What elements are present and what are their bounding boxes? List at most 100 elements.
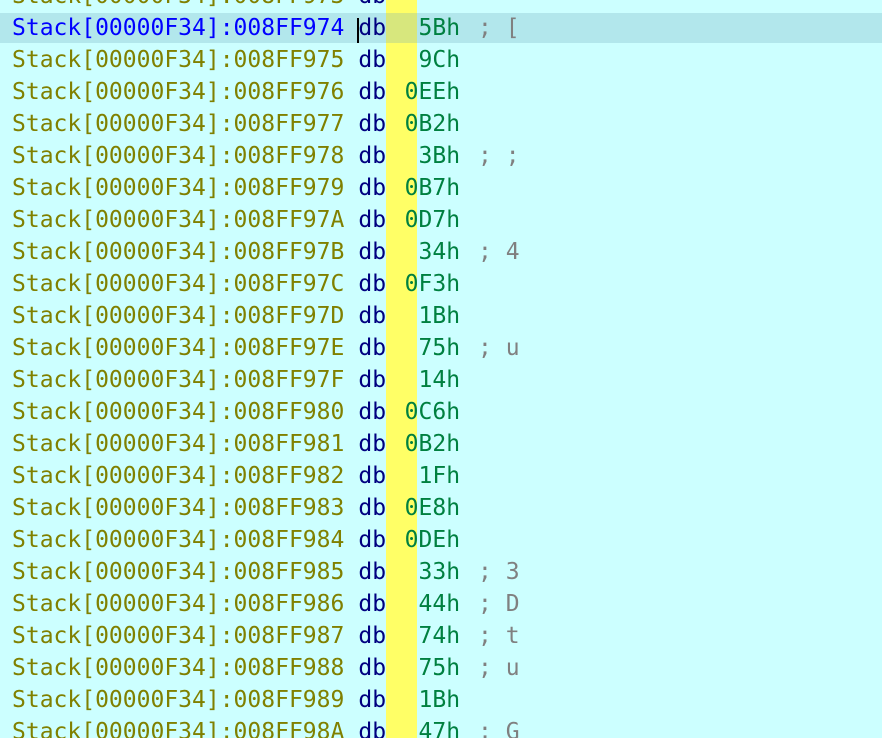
- line-mnemonic[interactable]: db: [358, 0, 386, 9]
- line-value[interactable]: 34h: [400, 236, 461, 268]
- line-value[interactable]: 9Ch: [400, 44, 461, 76]
- disassembly-line[interactable]: Stack[00000F34]:008FF973 db: [12, 0, 882, 12]
- disassembly-line[interactable]: Stack[00000F34]:008FF97B db 34h ; 4: [12, 236, 882, 268]
- line-address[interactable]: Stack[00000F34]:008FF97E: [12, 335, 344, 361]
- disassembly-line[interactable]: Stack[00000F34]:008FF98A db 47h ; G: [12, 716, 882, 738]
- line-mnemonic[interactable]: db: [358, 79, 386, 105]
- line-mnemonic[interactable]: db: [358, 303, 386, 329]
- disassembly-line[interactable]: Stack[00000F34]:008FF97E db 75h ; u: [12, 332, 882, 364]
- line-address[interactable]: Stack[00000F34]:008FF985: [12, 559, 344, 585]
- disassembly-line[interactable]: Stack[00000F34]:008FF977 db 0B2h: [12, 108, 882, 140]
- line-mnemonic[interactable]: db: [358, 399, 386, 425]
- line-address[interactable]: Stack[00000F34]:008FF989: [12, 687, 344, 713]
- line-mnemonic[interactable]: db: [358, 271, 386, 297]
- disassembly-line[interactable]: Stack[00000F34]:008FF974 db 5Bh ; [: [0, 12, 882, 44]
- line-address[interactable]: Stack[00000F34]:008FF977: [12, 111, 344, 137]
- line-address[interactable]: Stack[00000F34]:008FF97C: [12, 271, 344, 297]
- disassembly-line[interactable]: Stack[00000F34]:008FF984 db 0DEh: [12, 524, 882, 556]
- disassembly-line[interactable]: Stack[00000F34]:008FF983 db 0E8h: [12, 492, 882, 524]
- line-mnemonic[interactable]: db: [358, 655, 386, 681]
- line-address[interactable]: Stack[00000F34]:008FF981: [12, 431, 344, 457]
- line-mnemonic[interactable]: db: [358, 335, 386, 361]
- disassembly-line[interactable]: Stack[00000F34]:008FF97A db 0D7h: [12, 204, 882, 236]
- line-mnemonic[interactable]: db: [358, 239, 386, 265]
- disassembly-line[interactable]: Stack[00000F34]:008FF975 db 9Ch: [12, 44, 882, 76]
- line-mnemonic[interactable]: db: [358, 719, 386, 738]
- disassembly-line[interactable]: Stack[00000F34]:008FF985 db 33h ; 3: [12, 556, 882, 588]
- line-address[interactable]: Stack[00000F34]:008FF979: [12, 175, 344, 201]
- disassembly-line[interactable]: Stack[00000F34]:008FF986 db 44h ; D: [12, 588, 882, 620]
- line-address[interactable]: Stack[00000F34]:008FF984: [12, 527, 344, 553]
- disassembly-line[interactable]: Stack[00000F34]:008FF979 db 0B7h: [12, 172, 882, 204]
- line-address[interactable]: Stack[00000F34]:008FF97A: [12, 207, 344, 233]
- line-value[interactable]: 14h: [400, 364, 461, 396]
- line-address[interactable]: Stack[00000F34]:008FF973: [12, 0, 344, 9]
- line-mnemonic[interactable]: db: [358, 687, 386, 713]
- line-value[interactable]: 5Bh: [400, 12, 461, 44]
- disassembly-line[interactable]: Stack[00000F34]:008FF978 db 3Bh ; ;: [12, 140, 882, 172]
- line-comment: ; D: [478, 591, 520, 617]
- line-address[interactable]: Stack[00000F34]:008FF988: [12, 655, 344, 681]
- line-value[interactable]: 44h: [400, 588, 461, 620]
- line-mnemonic[interactable]: db: [358, 431, 386, 457]
- line-address[interactable]: Stack[00000F34]:008FF97D: [12, 303, 344, 329]
- line-value[interactable]: 75h: [400, 332, 461, 364]
- line-value[interactable]: 74h: [400, 620, 461, 652]
- line-comment: ; u: [478, 335, 520, 361]
- disassembly-line[interactable]: Stack[00000F34]:008FF981 db 0B2h: [12, 428, 882, 460]
- line-address[interactable]: Stack[00000F34]:008FF97B: [12, 239, 344, 265]
- line-mnemonic[interactable]: db: [358, 623, 386, 649]
- line-mnemonic[interactable]: db: [358, 47, 386, 73]
- disassembly-line[interactable]: Stack[00000F34]:008FF97C db 0F3h: [12, 268, 882, 300]
- line-mnemonic[interactable]: db: [358, 207, 386, 233]
- line-address[interactable]: Stack[00000F34]:008FF975: [12, 47, 344, 73]
- line-value[interactable]: 3Bh: [400, 140, 461, 172]
- line-value[interactable]: 0B2h: [400, 108, 460, 140]
- line-address[interactable]: Stack[00000F34]:008FF987: [12, 623, 344, 649]
- disassembly-line[interactable]: Stack[00000F34]:008FF987 db 74h ; t: [12, 620, 882, 652]
- line-value[interactable]: 0EEh: [400, 76, 460, 108]
- line-address[interactable]: Stack[00000F34]:008FF983: [12, 495, 344, 521]
- line-address[interactable]: Stack[00000F34]:008FF986: [12, 591, 344, 617]
- line-value[interactable]: 1Bh: [400, 684, 461, 716]
- line-mnemonic[interactable]: db: [358, 463, 386, 489]
- disassembly-line[interactable]: Stack[00000F34]:008FF97D db 1Bh: [12, 300, 882, 332]
- disassembly-line[interactable]: Stack[00000F34]:008FF988 db 75h ; u: [12, 652, 882, 684]
- line-value[interactable]: 0D7h: [400, 204, 460, 236]
- line-comment: ; ;: [478, 143, 520, 169]
- line-address[interactable]: Stack[00000F34]:008FF97F: [12, 367, 344, 393]
- disassembly-view[interactable]: Stack[00000F34]:008FF973dbStack[00000F34…: [0, 0, 882, 738]
- line-value[interactable]: 0F3h: [400, 268, 460, 300]
- line-value[interactable]: 0B7h: [400, 172, 460, 204]
- line-value[interactable]: 0C6h: [400, 396, 460, 428]
- disassembly-line[interactable]: Stack[00000F34]:008FF97F db 14h: [12, 364, 882, 396]
- line-address[interactable]: Stack[00000F34]:008FF976: [12, 79, 344, 105]
- line-mnemonic[interactable]: db: [358, 367, 386, 393]
- disassembly-line[interactable]: Stack[00000F34]:008FF980 db 0C6h: [12, 396, 882, 428]
- line-value[interactable]: 0DEh: [400, 524, 460, 556]
- line-mnemonic[interactable]: db: [358, 591, 386, 617]
- line-address[interactable]: Stack[00000F34]:008FF98A: [12, 719, 344, 738]
- line-mnemonic[interactable]: db: [358, 175, 386, 201]
- line-value[interactable]: 1Bh: [400, 300, 461, 332]
- disassembly-line[interactable]: Stack[00000F34]:008FF989 db 1Bh: [12, 684, 882, 716]
- line-mnemonic[interactable]: db: [358, 495, 386, 521]
- line-mnemonic[interactable]: db: [358, 527, 386, 553]
- disassembly-line[interactable]: Stack[00000F34]:008FF982 db 1Fh: [12, 460, 882, 492]
- line-address[interactable]: Stack[00000F34]:008FF980: [12, 399, 344, 425]
- line-address[interactable]: Stack[00000F34]:008FF974: [12, 15, 344, 41]
- line-value[interactable]: 1Fh: [400, 460, 461, 492]
- disassembly-line[interactable]: Stack[00000F34]:008FF976 db 0EEh: [12, 76, 882, 108]
- line-address[interactable]: Stack[00000F34]:008FF978: [12, 143, 344, 169]
- line-value[interactable]: 75h: [400, 652, 461, 684]
- line-value[interactable]: 47h: [400, 716, 461, 738]
- line-value[interactable]: 33h: [400, 556, 461, 588]
- line-mnemonic[interactable]: db: [358, 559, 386, 585]
- line-value[interactable]: 0E8h: [400, 492, 460, 524]
- line-value[interactable]: 0B2h: [400, 428, 460, 460]
- line-address[interactable]: Stack[00000F34]:008FF982: [12, 463, 344, 489]
- line-mnemonic[interactable]: db: [358, 143, 386, 169]
- line-comment: ; 4: [478, 239, 520, 265]
- line-mnemonic[interactable]: db: [358, 111, 386, 137]
- line-mnemonic[interactable]: db: [358, 15, 386, 41]
